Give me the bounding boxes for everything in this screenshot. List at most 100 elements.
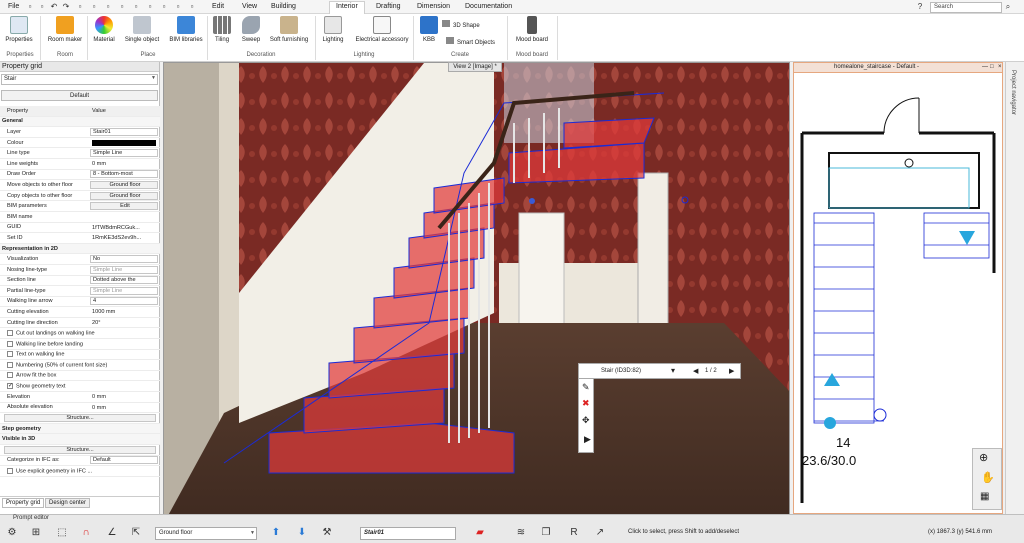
properties-button[interactable]: Properties xyxy=(4,16,34,43)
delete-icon[interactable]: ✖ xyxy=(582,398,590,409)
tab-property-grid[interactable]: Property grid xyxy=(2,498,45,508)
checkbox-row[interactable]: Show geometry text xyxy=(0,381,160,393)
layer-select[interactable]: Stair01 xyxy=(360,527,456,540)
property-value[interactable]: 0 mm xyxy=(90,392,160,402)
section-header[interactable]: Visible in 3D xyxy=(0,434,160,445)
menu-dimension[interactable]: Dimension xyxy=(411,2,456,11)
quick-tool-icon[interactable]: ▫ xyxy=(174,2,182,12)
sweep-button[interactable]: Sweep xyxy=(238,16,264,43)
checkbox-row[interactable]: Numbering (50% of current font size) xyxy=(0,360,160,371)
property-value[interactable]: Simple Line xyxy=(90,286,158,295)
close-icon[interactable]: × xyxy=(998,64,1002,70)
3d-shape-button[interactable]: 3D Shape xyxy=(442,20,492,29)
checkbox[interactable] xyxy=(7,351,13,358)
checkbox-row[interactable]: Text on walking line xyxy=(0,350,160,361)
property-value[interactable]: Dotted above the xyxy=(90,276,158,285)
section-header[interactable]: Representation in 2D xyxy=(0,243,160,255)
checkbox[interactable] xyxy=(7,467,13,474)
object-selector[interactable]: Stair ▼ xyxy=(1,74,158,85)
expand-icon[interactable]: ▶ xyxy=(584,434,591,445)
checkbox-row[interactable]: Walking line before landing xyxy=(0,339,160,350)
hammer-icon[interactable]: ⚒ xyxy=(319,526,335,540)
settings-gear-icon[interactable]: ⚙ xyxy=(4,526,20,540)
copy-icon[interactable]: ❐ xyxy=(538,526,554,540)
rename-icon[interactable]: R xyxy=(566,526,582,540)
checkbox[interactable] xyxy=(7,330,13,337)
2d-viewport[interactable]: homealone_staircase - Default - — □ × 14… xyxy=(793,62,1003,514)
floor-down-icon[interactable]: ⬇ xyxy=(294,526,310,540)
checkbox[interactable] xyxy=(7,372,13,379)
property-value[interactable]: Edit xyxy=(90,202,158,211)
eraser-icon[interactable]: ▰ xyxy=(472,526,488,540)
project-navigator-sidebar[interactable]: Project navigator xyxy=(1005,62,1024,522)
maximize-icon[interactable]: □ xyxy=(990,64,994,70)
soft-furnishing-button[interactable]: Soft furnishing xyxy=(266,16,312,43)
single-object-button[interactable]: Single object xyxy=(122,16,162,43)
gizmo-handle[interactable] xyxy=(529,198,535,204)
undo-icon[interactable]: ↶ xyxy=(50,2,58,12)
next-icon[interactable]: ▶ xyxy=(729,367,734,375)
magnet-icon[interactable]: ∩ xyxy=(78,526,94,540)
checkbox-row[interactable]: Cut out landings on walking line xyxy=(0,328,160,340)
floor-select[interactable]: Ground floor ▼ xyxy=(155,527,257,540)
structure-button[interactable]: Structure... xyxy=(4,445,156,454)
bim-libraries-button[interactable]: BIM libraries xyxy=(166,16,206,43)
property-value[interactable]: No xyxy=(90,255,158,264)
smart-objects-button[interactable]: Smart Objects xyxy=(446,37,504,46)
prev-icon[interactable]: ◀ xyxy=(693,367,698,375)
property-value[interactable]: 0 mm xyxy=(90,403,160,413)
measure-icon[interactable]: ≋ xyxy=(513,526,529,540)
floor-up-icon[interactable]: ⬆ xyxy=(268,526,284,540)
move-icon[interactable]: ✥ xyxy=(582,415,590,426)
cursor-icon[interactable]: ⇱ xyxy=(128,526,144,540)
quick-tool-icon[interactable]: ▫ xyxy=(146,2,154,12)
quick-tool-icon[interactable]: ▫ xyxy=(132,2,140,12)
property-value[interactable]: 0 mm xyxy=(90,159,160,169)
zoom-in-icon[interactable]: ⊕ xyxy=(979,451,988,464)
checkbox[interactable] xyxy=(7,361,13,368)
checkbox[interactable] xyxy=(7,382,13,389)
pan-hand-icon[interactable]: ✋ xyxy=(981,471,995,484)
property-value[interactable]: Simple Line xyxy=(90,149,158,158)
quick-tool-icon[interactable]: ▫ xyxy=(90,2,98,12)
quick-tool-icon[interactable]: ▫ xyxy=(188,2,196,12)
quick-tool-icon[interactable]: ▫ xyxy=(118,2,126,12)
line-tool-icon[interactable]: ↗ xyxy=(592,526,608,540)
redo-icon[interactable]: ↷ xyxy=(62,2,70,12)
property-value[interactable]: Stair01 xyxy=(90,127,158,136)
quick-tool-icon[interactable]: ▫ xyxy=(76,2,84,12)
3d-viewport[interactable] xyxy=(163,62,790,522)
angle-icon[interactable]: ∠ xyxy=(104,526,120,540)
menu-building[interactable]: Building xyxy=(265,2,302,11)
property-value[interactable]: 1000 mm xyxy=(90,307,160,317)
menu-documentation[interactable]: Documentation xyxy=(459,2,518,11)
property-value[interactable]: Default xyxy=(90,456,158,465)
section-header[interactable]: General xyxy=(0,116,160,128)
room-maker-button[interactable]: Room maker xyxy=(46,16,84,43)
quick-tool-icon[interactable]: ▫ xyxy=(104,2,112,12)
layers-icon[interactable]: ▦ xyxy=(980,491,989,502)
checkbox-row[interactable]: Arrow fit the box xyxy=(0,371,160,382)
viewport-tab[interactable]: View 2 [Image] * xyxy=(448,62,502,72)
section-header[interactable]: Step geometry xyxy=(0,423,160,435)
lighting-button[interactable]: Lighting xyxy=(318,16,348,43)
search-input[interactable]: Search xyxy=(930,2,1002,13)
checkbox-row[interactable]: Use explicit geometry in IFC ... xyxy=(0,466,160,477)
property-value[interactable]: Simple Line xyxy=(90,265,158,274)
property-value[interactable] xyxy=(92,139,156,146)
structure-button[interactable]: Structure... xyxy=(4,414,156,423)
quick-tool-icon[interactable]: ▫ xyxy=(38,2,46,12)
electrical-accessory-button[interactable]: Electrical accessory xyxy=(352,16,412,43)
checkbox[interactable] xyxy=(7,340,13,347)
property-value[interactable] xyxy=(90,212,160,222)
quick-tool-icon[interactable]: ▫ xyxy=(26,2,34,12)
snap-icon[interactable]: ⊞ xyxy=(28,526,44,540)
default-button[interactable]: Default xyxy=(1,90,158,101)
edit-icon[interactable]: ✎ xyxy=(582,382,590,393)
menu-file[interactable]: File xyxy=(2,2,25,11)
property-value[interactable]: Ground floor xyxy=(90,191,158,200)
property-value[interactable]: 1fTWBdmRCGuk... xyxy=(90,223,160,233)
tiling-button[interactable]: Tiling xyxy=(210,16,234,43)
minimize-icon[interactable]: — xyxy=(982,64,988,70)
mood-board-button[interactable]: Mood board xyxy=(513,16,551,43)
